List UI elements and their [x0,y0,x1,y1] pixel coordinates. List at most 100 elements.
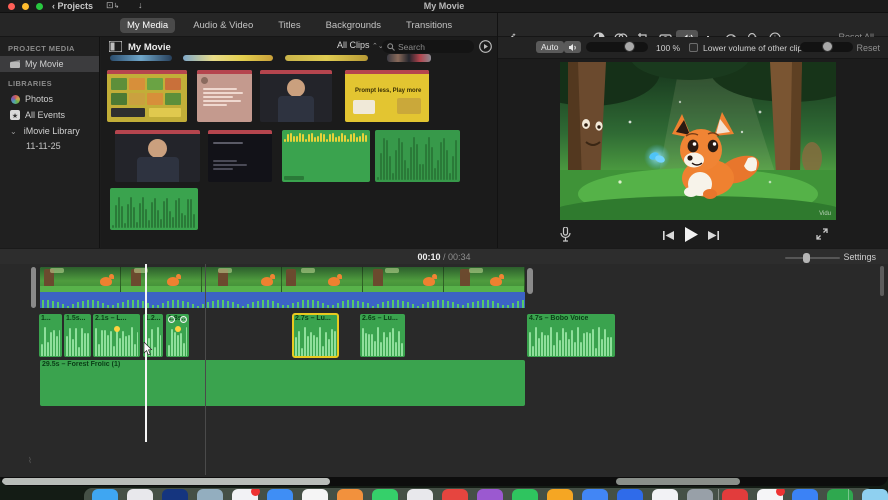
dock-app-icon[interactable] [547,489,573,500]
auto-volume-button[interactable]: Auto [536,41,564,53]
speaker-mute-button[interactable] [564,41,581,53]
dock-app-icon[interactable] [407,489,433,500]
timeline-zoom-slider[interactable] [785,253,840,263]
clip-label: 2.1s – L... [95,315,127,322]
fade-handle[interactable] [180,316,187,323]
dock-app-icon[interactable] [757,489,785,500]
dock-app-icon[interactable] [827,489,853,500]
media-tabs: My Media Audio & Video Titles Background… [120,13,459,37]
lower-volume-knob[interactable] [822,41,833,52]
search-field[interactable]: Search [382,40,474,53]
current-time: 00:10 [417,252,441,262]
dock-app-icon[interactable] [302,489,328,500]
project-media-header: PROJECT MEDIA [8,44,75,53]
play-icon[interactable] [684,227,698,244]
volume-slider-knob[interactable] [624,41,635,52]
media-thumb-document[interactable] [197,70,252,122]
media-thumb-person[interactable] [115,130,200,182]
dock-app-icon[interactable] [232,489,260,500]
preview-image[interactable]: Vidu [560,62,836,220]
dock-app-icon[interactable] [127,489,153,500]
dock-app-icon[interactable] [722,489,748,500]
sidebar-item-all-events[interactable]: ★ All Events [0,107,99,123]
media-strip-thumb[interactable] [183,55,273,61]
scrollbar-handle[interactable] [616,478,740,485]
tab-transitions[interactable]: Transitions [399,18,459,33]
timeline-zoom-knob[interactable] [803,253,810,263]
all-clips-filter[interactable]: All Clips ⌃⌄ [337,40,384,50]
dock-app-icon[interactable] [337,489,363,500]
dock-app-icon[interactable] [512,489,538,500]
timeline-audio-clip[interactable]: 1... [39,314,62,357]
media-strip-thumb[interactable] [110,55,172,61]
tab-audio-video[interactable]: Audio & Video [186,18,260,33]
star-square-icon: ★ [10,110,20,120]
background-music-clip[interactable]: 29.5s – Forest Frolic (1) [40,360,525,406]
dock-app-icon[interactable] [652,489,678,500]
dock-app-icon[interactable] [92,489,118,500]
dock-app-icon[interactable] [687,489,713,500]
microphone-icon[interactable] [560,225,571,244]
media-strip-thumb[interactable] [285,55,368,61]
timeline-audio-clip[interactable]: 1.5s... [64,314,91,357]
media-thumb-audio-clip[interactable] [110,188,198,230]
fox-forest-scene [560,62,836,220]
timeline-audio-clip[interactable]: 2.6s – Lu... [360,314,405,357]
media-thumb-collage[interactable] [107,70,187,122]
sidebar-label: Photos [25,94,54,104]
sidebar-item-my-movie[interactable]: My Movie [0,56,99,72]
media-thumb-audio-green[interactable] [375,130,460,182]
fade-handle[interactable] [168,316,175,323]
lower-volume-checkbox[interactable] [689,43,698,52]
search-placeholder: Search [398,41,425,52]
reset-button[interactable]: Reset [856,43,880,53]
dock-app-icon[interactable] [792,489,818,500]
dock-app-icon[interactable] [442,489,468,500]
media-thumb-terminal[interactable] [208,130,272,182]
timeline-audio-clip[interactable]: 2.1s – L... [93,314,140,357]
media-thumb-audio-yellow[interactable] [282,130,370,182]
tab-my-media[interactable]: My Media [120,17,176,33]
dock-app-icon[interactable] [372,489,398,500]
timeline-audio-clip[interactable]: 1.8s... [166,314,189,357]
tab-titles[interactable]: Titles [271,18,307,33]
dock-app-icon[interactable] [862,489,888,500]
photos-icon [10,94,20,104]
sidebar-item-imovie-library[interactable]: ⌄ iMovie Library [0,123,99,139]
scrollbar-handle[interactable] [2,478,330,485]
search-icon [387,42,395,51]
dock-icons [92,489,888,500]
app-window: ‹ Projects ⊡↳ ↓ My Movie My Media Audio … [0,0,888,486]
dock-app-icon[interactable] [162,489,188,500]
dock-app-icon[interactable] [267,489,293,500]
horizontal-scrollbar[interactable] [0,477,888,486]
settings-button[interactable]: Settings [843,252,876,262]
dock-app-icon[interactable] [197,489,223,500]
chevron-down-icon[interactable]: ⌄ [10,127,17,136]
fullscreen-icon[interactable] [816,228,828,242]
timeline-audio-clip[interactable]: 2.7s – Lu... [292,313,339,358]
lower-volume-slider[interactable] [800,41,853,52]
vertical-scrollbar[interactable] [880,266,884,296]
volume-percent: 100 % [656,43,681,53]
note-icon [174,326,181,332]
forward-circle-icon[interactable] [479,40,492,55]
media-thumb-slide[interactable]: Prompt less, Play more [345,70,429,122]
clip-label: 2.6s – Lu... [362,315,398,322]
dock-app-icon[interactable] [477,489,503,500]
dock-app-icon[interactable] [617,489,643,500]
sidebar-item-event[interactable]: 11-11-25 [0,139,99,151]
tab-backgrounds[interactable]: Backgrounds [319,18,388,33]
media-strip-thumb[interactable] [387,54,431,62]
volume-slider[interactable] [586,41,648,52]
svg-text:★: ★ [12,112,18,120]
skip-back-icon[interactable] [663,231,674,242]
sidebar-item-photos[interactable]: Photos [0,91,99,107]
clip-label: 1.5s... [66,315,86,322]
sidebar-toggle-icon[interactable] [108,40,123,54]
dock-app-icon[interactable] [582,489,608,500]
clip-label: 1... [41,315,51,322]
media-thumb-person[interactable] [260,70,332,122]
timeline-audio-clip[interactable]: 4.7s – Bobo Voice [527,314,615,357]
skip-forward-icon[interactable] [708,231,719,242]
